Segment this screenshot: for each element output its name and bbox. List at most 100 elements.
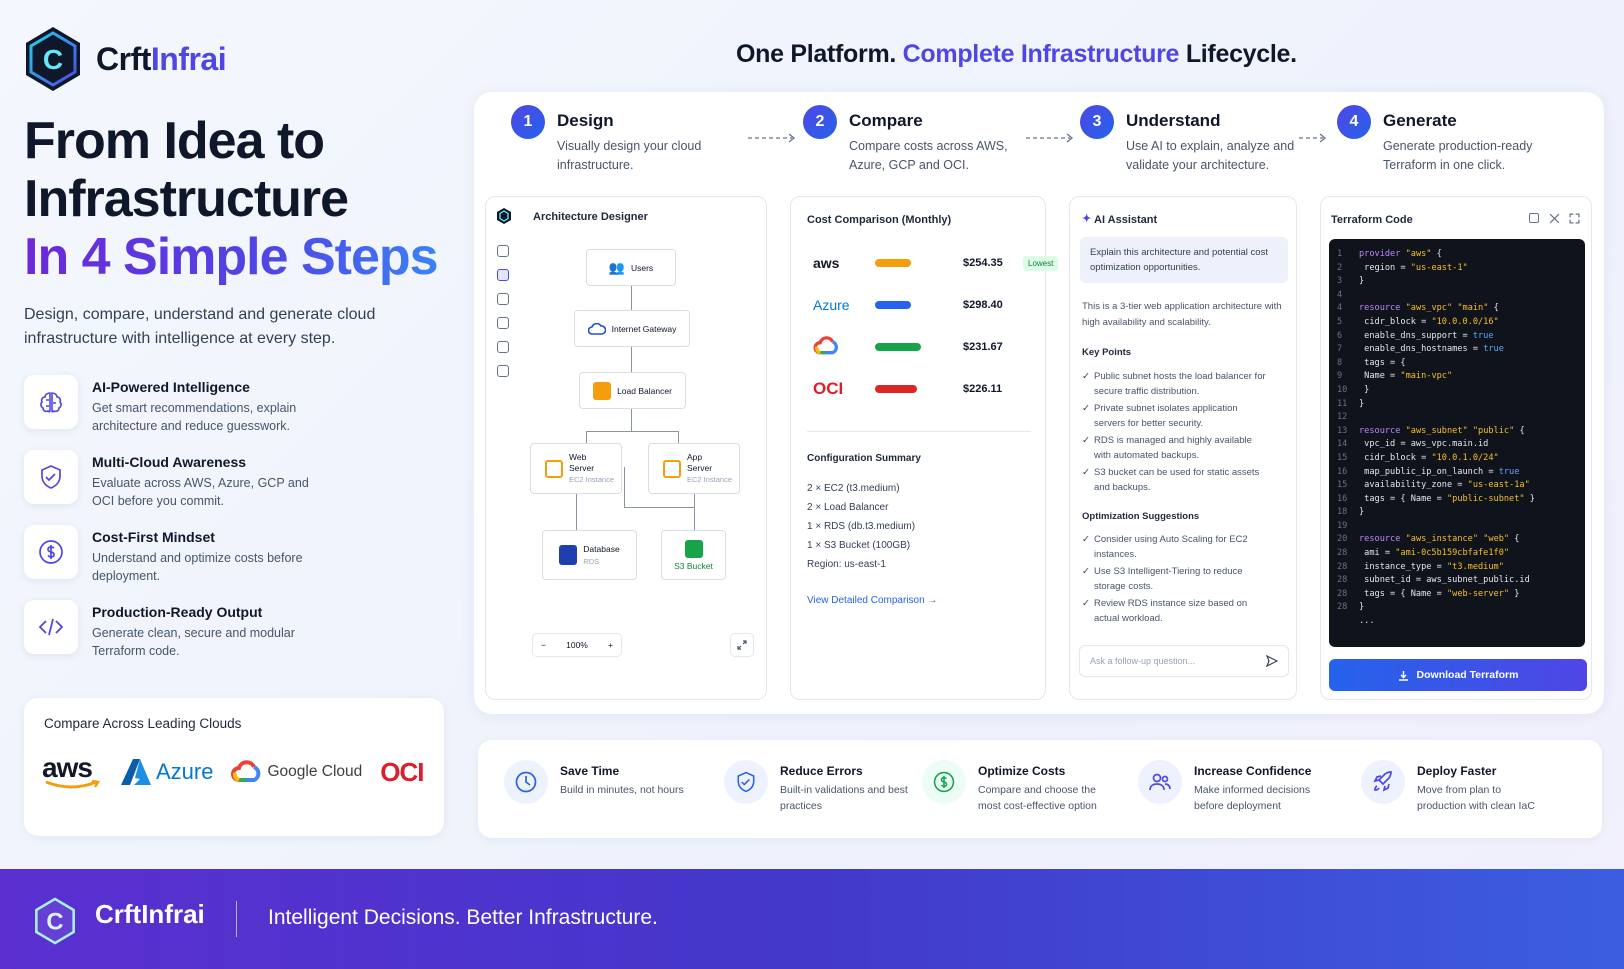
code-line: 3} — [1337, 276, 1365, 287]
users-icon: 👥 — [608, 259, 625, 275]
brand-name: CrftInfrai — [96, 40, 227, 77]
arrow-right-icon — [1299, 133, 1327, 143]
expand-icon[interactable] — [1549, 213, 1560, 224]
lowest-badge: Lowest — [1023, 255, 1059, 271]
clock-icon — [515, 771, 537, 793]
hero-lead: Design, compare, understand and generate… — [24, 306, 376, 347]
code-line: ... — [1359, 616, 1375, 627]
azure-logo: Azure — [120, 757, 213, 787]
node-s3-bucket[interactable]: S3 Bucket — [661, 530, 726, 580]
code-line: 28 instance_type = "t3.medium" — [1337, 561, 1504, 572]
code-line: 18} — [1337, 507, 1365, 518]
code-line: 10 } — [1337, 384, 1370, 395]
node-internet-gateway[interactable]: Internet Gateway — [574, 310, 690, 347]
node-load-balancer[interactable]: Load Balancer — [579, 372, 686, 409]
node-app-server[interactable]: App Server EC2 Instance — [648, 443, 740, 494]
check-icon: ✓ — [1082, 435, 1090, 446]
benefit-increase-confidence: Increase Confidence Make informed decisio… — [1138, 760, 1324, 814]
check-icon: ✓ — [1082, 403, 1090, 414]
feature-ai: AI-Powered Intelligence Get smart recomme… — [24, 375, 444, 435]
cost-comparison-card: Cost Comparison (Monthly) aws $254.35 Lo… — [790, 196, 1059, 700]
settings-icon[interactable] — [497, 365, 509, 377]
database-icon — [559, 545, 578, 565]
suggestion: ✓ Consider using Auto Scaling for EC2 ins… — [1082, 534, 1248, 560]
download-terraform-button[interactable]: Download Terraform — [1329, 659, 1587, 691]
code-line: 28} — [1337, 602, 1365, 613]
oci-logo: OCI — [813, 379, 844, 398]
fullscreen-button[interactable] — [730, 633, 754, 657]
code-line: 4 resource "aws_vpc" "main" { — [1337, 303, 1499, 314]
code-line: 8 tags = { — [1337, 357, 1406, 368]
code-line: 9 Name = "main-vpc" — [1337, 371, 1453, 382]
send-icon[interactable] — [1266, 655, 1278, 667]
benefits-bar: Save Time Build in minutes, not hours Red… — [478, 740, 1602, 838]
zoom-in-button[interactable]: + — [608, 640, 613, 650]
code-line: 16 map_public_ip_on_launch = true — [1337, 466, 1520, 477]
platform-tagline: One Platform. Complete Infrastructure Li… — [736, 40, 1297, 68]
aws-logo: aws — [42, 752, 102, 792]
layout-icon[interactable] — [497, 293, 509, 305]
footer-banner: C CrftInfrai Intelligent Decisions. Bett… — [0, 869, 1624, 969]
code-line: 28 tags = { Name = "web-server" } — [1337, 588, 1520, 599]
google-cloud-icon — [813, 335, 865, 359]
suggestion: ✓ Use S3 Intelligent-Tiering to reduce st… — [1082, 566, 1243, 592]
chip-icon — [663, 459, 681, 478]
copy-icon[interactable] — [1529, 213, 1539, 223]
architecture-designer-card: Architecture Designer 👥 Users Internet Ga… — [485, 196, 767, 700]
svg-text:C: C — [43, 44, 63, 75]
terraform-code-editor[interactable]: 1 provider "aws" {2 region = "us-east-1" 3… — [1329, 239, 1585, 647]
step-understand: 3 Understand Use AI to explain, analyze an… — [1080, 105, 1316, 175]
ai-summary: This is a 3-tier web application archite… — [1082, 301, 1282, 328]
config-line: Region: us-east-1 — [807, 559, 886, 570]
view-comparison-link[interactable]: View Detailed Comparison → — [807, 595, 937, 606]
key-point: ✓ RDS is managed and highly available wit… — [1082, 435, 1252, 461]
code-line: 19 — [1337, 520, 1348, 531]
code-line: 7 enable_dns_hostnames = true — [1337, 344, 1504, 355]
footer-brand-name: CrftInfrai — [95, 899, 205, 929]
rocket-icon — [1373, 771, 1392, 792]
node-users[interactable]: 👥 Users — [586, 249, 676, 286]
fullscreen-icon[interactable] — [1569, 213, 1580, 224]
code-line: 20 resource "aws_instance" "web" { — [1337, 534, 1520, 545]
cost-bar — [875, 343, 921, 351]
grid-icon[interactable] — [497, 269, 509, 281]
load-balancer-icon — [593, 381, 612, 400]
zoom-out-button[interactable]: − — [541, 640, 546, 650]
ai-sparkle-icon: ✦ — [1082, 213, 1092, 225]
code-line: 16 tags = { Name = "public-subnet" } — [1337, 493, 1535, 504]
download-icon — [1398, 670, 1408, 681]
feature-cost: Cost-First Mindset Understand and optimiz… — [24, 525, 444, 585]
chip-icon — [545, 459, 563, 478]
node-web-server[interactable]: Web Server EC2 Instance — [530, 443, 622, 494]
cost-bar — [875, 301, 911, 309]
home-icon[interactable] — [497, 245, 509, 257]
feature-multicloud: Multi-Cloud Awareness Evaluate across AWS… — [24, 450, 444, 510]
shield-check-icon — [737, 771, 755, 793]
dollar-icon — [933, 771, 955, 793]
shield-check-icon — [41, 465, 61, 489]
step-design: 1 Design Visually design your cloud infras… — [511, 105, 747, 175]
benefit-optimize-costs: Optimize Costs Compare and choose the mos… — [922, 760, 1108, 814]
check-icon: ✓ — [1082, 566, 1090, 577]
svg-text:C: C — [46, 908, 63, 935]
logo-hex-icon: C — [35, 897, 75, 945]
node-database[interactable]: Database RDS — [542, 530, 637, 580]
cost-bar — [875, 385, 917, 393]
cost-row-gcp: $231.67 — [813, 335, 1003, 359]
config-line: 2 × EC2 (t3.medium) — [807, 483, 900, 494]
cost-bar — [875, 259, 911, 267]
arrow-right-icon — [1026, 133, 1074, 143]
shield-icon[interactable] — [497, 317, 509, 329]
database-icon[interactable] — [497, 341, 509, 353]
config-line: 1 × RDS (db.t3.medium) — [807, 521, 916, 532]
code-line: 15 cidr_block = "10.0.1.0/24" — [1337, 452, 1499, 463]
follow-up-input[interactable]: Ask a follow-up question... — [1079, 645, 1289, 677]
feature-output: Production-Ready Output Generate clean, s… — [24, 600, 444, 660]
benefit-save-time: Save Time Build in minutes, not hours — [504, 760, 690, 804]
code-line: 28 subnet_id = aws_subnet_public.id — [1337, 575, 1530, 586]
brand-logo[interactable]: C CrftInfrai — [24, 26, 227, 92]
code-line: 15 availability_zone = "us-east-1a" — [1337, 480, 1530, 491]
users-icon — [1149, 773, 1171, 791]
check-icon: ✓ — [1082, 371, 1090, 382]
terraform-code-card: Terraform Code 1 provider "aws" {2 region… — [1320, 196, 1592, 700]
